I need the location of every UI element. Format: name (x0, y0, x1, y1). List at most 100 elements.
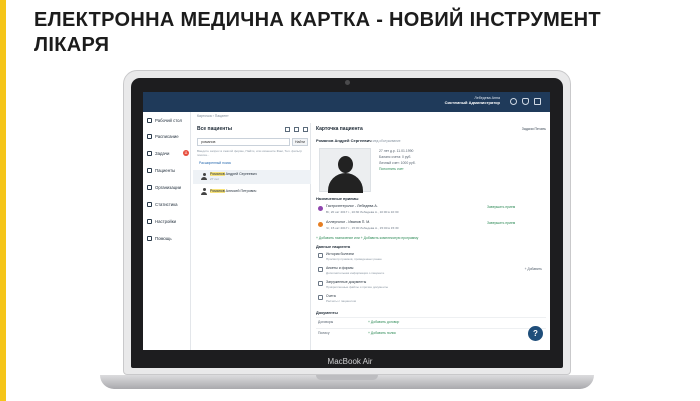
patient-row[interactable]: Романов Алексей Петрович (193, 185, 311, 199)
appointment-title: Аллерголог - Иванов П. М. (326, 220, 371, 224)
help-button[interactable]: ? (528, 326, 543, 341)
forms-row[interactable]: Анкеты и формы Дополнительная информация … (316, 265, 546, 277)
sidebar-item-settings[interactable]: Настройки (143, 217, 191, 227)
sidebar: Рабочий стол Расписание Задачи 11 Пациент… (143, 112, 191, 350)
help-icon (147, 236, 152, 241)
history-icon (318, 253, 323, 258)
card-title: Карточка пациента (316, 126, 363, 132)
contracts-row: Договоры + Добавить договор (316, 317, 546, 326)
policies-row: Полису + Добавить полис (316, 328, 546, 337)
tasks-icon (147, 151, 152, 156)
patient-photo (319, 148, 371, 193)
breadcrumb[interactable]: Карточка › Пациент (197, 114, 229, 118)
patients-title: Все пациенты (197, 126, 233, 132)
status-dot (318, 222, 323, 227)
sidebar-item-desk[interactable]: Рабочий стол (143, 116, 191, 126)
add-appointment-links[interactable]: + Добавить назначение или + Добавить ком… (316, 236, 418, 240)
slide-title-line-2: ЛІКАРЯ (34, 34, 110, 56)
search-highlight: Романов (210, 189, 225, 193)
row-subtitle: Расчеты с пациентом (326, 298, 356, 303)
appointments-header[interactable]: Назначенные приемы (316, 196, 359, 201)
patient-avatar-icon (201, 173, 207, 180)
appointment-row[interactable]: Гастроэнтеролог - Лебедева А. Вт, 20 окт… (316, 203, 546, 217)
documents-row[interactable]: Загруженные документы Прикрепленные файлы… (316, 279, 546, 291)
patients-pane: Все пациенты романов Найти Введите запро… (193, 123, 311, 350)
card-actions[interactable]: Задачи Печать (522, 127, 546, 131)
patient-age: 27 лет (210, 177, 220, 181)
patient-full-name: Романов Андрей Сергеевич мед.обслуживани… (316, 138, 401, 143)
documents-header[interactable]: Документы (316, 310, 338, 315)
row-subtitle: Просмотр приемов, проведенных ранее (326, 256, 382, 261)
filter-icon[interactable] (294, 127, 299, 132)
shield-icon[interactable] (522, 98, 529, 105)
patient-card: Карточка пациента Задачи Печать Романов … (313, 123, 550, 350)
slide-title-line-1: ЕЛЕКТРОННА МЕДИЧНА КАРТКА - НОВИЙ ІНСТРУ… (34, 9, 601, 31)
row-title: Загруженные документы (326, 280, 367, 284)
statistics-icon (147, 202, 152, 207)
patient-row[interactable]: Романов Андрей Сергеевич 27 лет (193, 170, 311, 184)
medical-history-row[interactable]: История болезни Просмотр приемов, проведе… (316, 251, 546, 263)
sidebar-item-label: Помощь (155, 236, 172, 241)
sidebar-item-label: Организации (155, 185, 181, 190)
sidebar-item-help[interactable]: Помощь (143, 234, 191, 244)
add-icon[interactable] (303, 127, 308, 132)
extended-search-link[interactable]: Расширенный поиск (199, 161, 231, 165)
sidebar-item-tasks[interactable]: Задачи 11 (143, 149, 191, 159)
sidebar-item-organizations[interactable]: Организации (143, 183, 191, 193)
search-hint: Введите запрос в сжатой форме, Найти, ил… (197, 149, 302, 158)
row-subtitle: Дополнительная информация о пациенте (326, 270, 385, 275)
sidebar-item-statistics[interactable]: Статистика (143, 200, 191, 210)
row-title: Анкеты и формы (326, 266, 354, 270)
camera-icon (345, 80, 350, 85)
add-policy-button[interactable]: + Добавить полис (368, 331, 396, 335)
top-up-link[interactable]: Пополнить счет (379, 167, 404, 171)
sidebar-item-label: Настройки (155, 219, 177, 224)
calendar-icon[interactable] (285, 127, 290, 132)
patient-name: Романов Андрей Сергеевич (210, 172, 257, 176)
organizations-icon (147, 185, 152, 190)
sidebar-item-patients[interactable]: Пациенты (143, 166, 191, 176)
appointment-row[interactable]: Аллерголог - Иванов П. М. Чт, 15 окт 201… (316, 219, 546, 233)
laptop-brand: MacBook Air (327, 357, 373, 366)
row-subtitle: Прикрепленные файлы и прочие документы (326, 284, 389, 289)
row-title: Счета (326, 294, 336, 298)
patient-name-rest: Андрей Сергеевич (224, 172, 257, 176)
desk-icon (147, 118, 152, 123)
upload-icon (318, 281, 323, 286)
patients-icon (147, 168, 152, 173)
app-topbar: Лебедева Анна Системный Администратор (143, 92, 550, 112)
slide-title: ЕЛЕКТРОННА МЕДИЧНА КАРТКА - НОВИЙ ІНСТРУ… (34, 8, 654, 58)
help-circle-icon[interactable] (510, 98, 517, 105)
search-highlight: Романов (210, 172, 225, 176)
forms-icon (318, 267, 323, 272)
status-dot (318, 206, 323, 211)
user-block[interactable]: Лебедева Анна Системный Администратор (445, 96, 500, 105)
accent-bar (0, 0, 6, 401)
logout-icon[interactable] (534, 98, 541, 105)
patient-name: Романов Алексей Петрович (210, 189, 256, 193)
invoices-row[interactable]: Счета Расчеты с пациентом (316, 293, 546, 305)
patient-search-input[interactable]: романов (197, 138, 290, 146)
user-role: Системный Администратор (444, 100, 500, 105)
patient-info-balance: Баланс счета: 0 руб. (379, 155, 412, 159)
invoice-icon (318, 295, 323, 300)
patient-info-account: Личный счет: 1000 руб. (379, 161, 416, 165)
patient-data-header[interactable]: Данные пациента (316, 244, 350, 249)
sidebar-item-label: Рабочий стол (155, 118, 182, 123)
appointment-details: Чт, 15 окт 2017 г., 15:00 Лебедева А., 1… (326, 225, 399, 230)
patient-name-rest: Алексей Петрович (224, 189, 257, 193)
sidebar-item-label: Пациенты (155, 168, 176, 173)
add-form-button[interactable]: + Добавить (525, 267, 542, 271)
patient-tag: мед.обслуживание (372, 139, 401, 143)
row-title: История болезни (326, 252, 354, 256)
finish-appointment-button[interactable]: Завершить прием (487, 221, 515, 225)
search-button[interactable]: Найти (292, 138, 308, 146)
sidebar-item-schedule[interactable]: Расписание (143, 132, 191, 142)
add-contract-button[interactable]: + Добавить договор (368, 320, 399, 324)
sidebar-item-label: Статистика (155, 202, 178, 207)
appointment-details: Вт, 20 окт 2017 г., 10:30 Лебедева А., 1… (326, 209, 399, 214)
finish-appointment-button[interactable]: Завершить прием (487, 205, 515, 209)
doc-key: Полису (318, 331, 330, 335)
patient-full-name-text: Романов Андрей Сергеевич (316, 138, 372, 143)
appointment-title: Гастроэнтеролог - Лебедева А. (326, 204, 378, 208)
